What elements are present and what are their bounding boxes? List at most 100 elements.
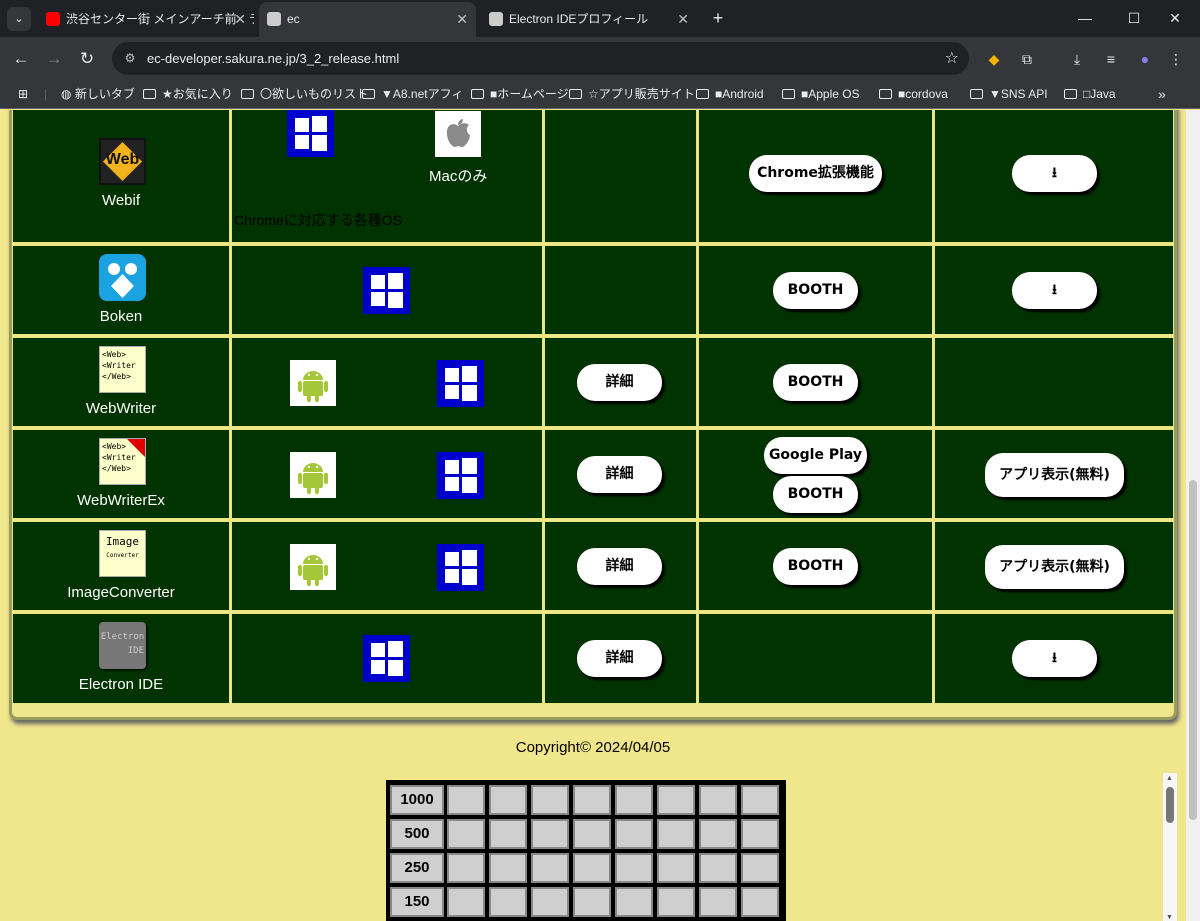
detail-cell: 詳細 xyxy=(544,429,697,519)
score-cell[interactable] xyxy=(615,887,653,917)
scroll-up-icon[interactable]: ▲ xyxy=(1166,775,1173,782)
score-cell[interactable] xyxy=(573,853,611,883)
score-cell[interactable] xyxy=(741,887,779,917)
forward-button[interactable]: → xyxy=(42,47,66,71)
score-cell[interactable] xyxy=(741,785,779,815)
score-cell[interactable] xyxy=(489,785,527,815)
score-cell[interactable] xyxy=(531,887,569,917)
score-cell[interactable] xyxy=(531,785,569,815)
iframe-scroll-thumb[interactable] xyxy=(1166,787,1174,823)
score-cell[interactable] xyxy=(699,887,737,917)
detail-button[interactable]: 詳細 xyxy=(577,456,662,493)
bookmark-folder[interactable]: ★お気に入り xyxy=(143,80,233,108)
close-icon[interactable]: ✕ xyxy=(456,2,468,36)
score-cell[interactable] xyxy=(531,853,569,883)
extension-icon[interactable]: ◆ xyxy=(984,49,1004,69)
bookmark-star-icon[interactable]: ☆ xyxy=(945,42,959,75)
bookmark-folder[interactable]: ■cordova xyxy=(879,80,948,108)
url-text[interactable]: ec-developer.sakura.ne.jp/3_2_release.ht… xyxy=(147,42,399,75)
score-cell[interactable] xyxy=(447,853,485,883)
detail-button[interactable]: 詳細 xyxy=(577,548,662,585)
score-cell[interactable] xyxy=(699,853,737,883)
page-scroll-thumb[interactable] xyxy=(1189,480,1197,820)
show-app-free-button[interactable]: アプリ表示(無料) xyxy=(985,545,1124,589)
score-cell[interactable] xyxy=(531,819,569,849)
scroll-down-icon[interactable]: ▼ xyxy=(1166,914,1173,921)
booth-button[interactable]: BOOTH xyxy=(773,548,858,585)
chrome-extension-button[interactable]: Chrome拡張機能 xyxy=(749,155,882,192)
more-bookmarks-icon[interactable]: » xyxy=(1158,80,1166,108)
score-cell[interactable] xyxy=(699,785,737,815)
back-button[interactable]: ← xyxy=(9,47,33,71)
score-cell[interactable] xyxy=(573,819,611,849)
score-cell[interactable] xyxy=(447,785,485,815)
google-play-button[interactable]: Google Play xyxy=(764,437,867,474)
os-cell xyxy=(231,521,543,611)
puzzle-icon[interactable]: ⧉ xyxy=(1017,49,1037,69)
tab-youtube[interactable]: 渋谷センター街 メインアーチ前 ライ ✕ xyxy=(38,5,254,33)
bookmark-folder[interactable]: 〇欲しいものリスト xyxy=(241,80,368,108)
avatar[interactable]: ● xyxy=(1135,49,1155,69)
download-button[interactable]: ⭳ xyxy=(1012,155,1097,192)
bookmark-folder[interactable]: ■ホームページ xyxy=(471,80,569,108)
download-button[interactable]: ⭳ xyxy=(1012,640,1097,677)
booth-button[interactable]: BOOTH xyxy=(773,364,858,401)
maximize-button[interactable]: ☐ xyxy=(1119,6,1149,30)
score-cell[interactable] xyxy=(699,819,737,849)
detail-button[interactable]: 詳細 xyxy=(577,364,662,401)
show-app-free-button[interactable]: アプリ表示(無料) xyxy=(985,453,1124,497)
score-cell[interactable] xyxy=(615,819,653,849)
bookmark-folder[interactable]: ▼SNS API xyxy=(970,80,1048,108)
iframe-scrollbar[interactable]: ▲ ▼ xyxy=(1163,773,1177,921)
tab-ec[interactable]: ec ✕ xyxy=(259,2,476,37)
apps-grid-icon[interactable]: ⊞ xyxy=(18,80,28,108)
score-cell[interactable] xyxy=(741,819,779,849)
booth-button[interactable]: BOOTH xyxy=(773,476,858,513)
media-icon[interactable]: ≡ xyxy=(1101,49,1121,69)
score-cell[interactable] xyxy=(615,853,653,883)
reload-button[interactable]: ↻ xyxy=(75,47,99,71)
new-tab-button[interactable]: + xyxy=(706,6,730,30)
score-cell[interactable] xyxy=(657,785,695,815)
booth-button[interactable]: BOOTH xyxy=(773,272,858,309)
chrome-os-note: Chromeに対応する各種OS xyxy=(234,212,403,228)
download-button[interactable]: ⭳ xyxy=(1012,272,1097,309)
bookmark-folder[interactable]: ■Apple OS xyxy=(782,80,860,108)
score-cell[interactable] xyxy=(489,819,527,849)
download-cell: ⭳ xyxy=(934,613,1174,704)
bookmark-label: ■cordova xyxy=(898,87,948,101)
minimize-button[interactable]: — xyxy=(1070,6,1100,30)
tab-search-button[interactable]: ⌄ xyxy=(7,7,31,31)
score-cell[interactable] xyxy=(573,785,611,815)
score-cell[interactable] xyxy=(657,853,695,883)
app-name: WebWriter xyxy=(85,400,157,417)
score-cell[interactable] xyxy=(741,853,779,883)
score-cell[interactable] xyxy=(615,785,653,815)
score-cell[interactable] xyxy=(489,887,527,917)
close-icon[interactable]: ✕ xyxy=(677,5,689,33)
bookmark-folder[interactable]: ▼A8.netアフィ xyxy=(362,80,463,108)
close-icon[interactable]: ✕ xyxy=(234,5,246,33)
download-icon[interactable]: ⤓ xyxy=(1067,49,1087,69)
site-info-icon[interactable]: ⚙ xyxy=(122,50,138,66)
score-cell[interactable] xyxy=(573,887,611,917)
folder-icon xyxy=(696,89,709,99)
bookmark-folder[interactable]: □Java xyxy=(1064,80,1116,108)
score-cell[interactable] xyxy=(657,887,695,917)
score-cell[interactable] xyxy=(447,887,485,917)
score-cell[interactable] xyxy=(447,819,485,849)
detail-button[interactable]: 詳細 xyxy=(577,640,662,677)
menu-icon[interactable]: ⋮ xyxy=(1166,49,1186,69)
score-cell[interactable] xyxy=(657,819,695,849)
close-window-button[interactable]: ✕ xyxy=(1160,6,1190,30)
address-bar[interactable]: ⚙ ec-developer.sakura.ne.jp/3_2_release.… xyxy=(112,42,969,75)
bookmark-folder[interactable]: ■Android xyxy=(696,80,764,108)
page-scrollbar[interactable] xyxy=(1186,110,1200,921)
bookmark-new-tab[interactable]: ◍ 新しいタブ xyxy=(61,80,135,108)
store-cell: Chrome拡張機能 xyxy=(698,110,933,243)
bookmark-label: ■Apple OS xyxy=(801,87,860,101)
tab-electron-ide[interactable]: Electron IDEプロフィール ✕ xyxy=(481,5,697,33)
bookmark-folder[interactable]: ☆アプリ販売サイト xyxy=(569,80,695,108)
app-cell-boken: Boken xyxy=(12,245,230,335)
score-cell[interactable] xyxy=(489,853,527,883)
